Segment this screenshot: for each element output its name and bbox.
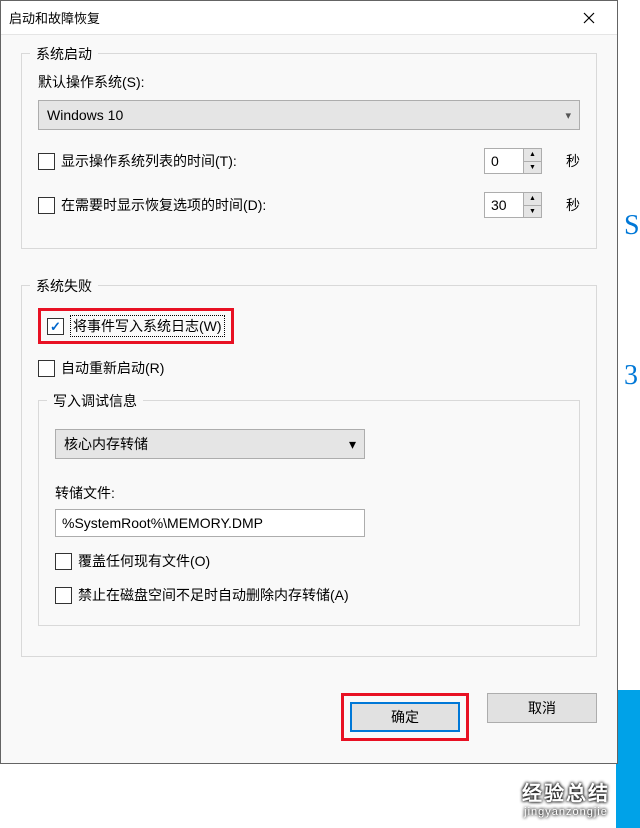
overwrite-label: 覆盖任何现有文件(O) [78, 551, 210, 571]
write-event-log-highlight: 将事件写入系统日志(W) [38, 308, 234, 344]
cancel-button[interactable]: 取消 [487, 693, 597, 723]
close-button[interactable] [569, 4, 609, 32]
debug-type-value: 核心内存转储 [64, 434, 148, 454]
system-failure-group: 系统失败 将事件写入系统日志(W) 自动重新启动(R) 写入调试信息 核心内存转… [21, 285, 597, 657]
overwrite-checkbox[interactable] [55, 553, 72, 570]
default-os-dropdown[interactable]: Windows 10 ▾ [38, 100, 580, 130]
group-legend: 写入调试信息 [47, 391, 143, 411]
spinner-up-icon[interactable]: ▲ [524, 193, 541, 206]
default-os-label: 默认操作系统(S): [38, 72, 580, 92]
show-os-list-value[interactable] [484, 148, 524, 174]
show-recovery-checkbox[interactable] [38, 197, 55, 214]
default-os-value: Windows 10 [47, 107, 123, 123]
debug-info-group: 写入调试信息 核心内存转储 ▾ 转储文件: 覆盖任何现有文件(O) 禁止在磁盘空… [38, 400, 580, 626]
show-recovery-spinner[interactable]: ▲ ▼ [484, 192, 544, 218]
bg-letter: 3 [624, 360, 638, 392]
spinner-down-icon[interactable]: ▼ [524, 162, 541, 174]
write-event-log-checkbox[interactable] [47, 318, 64, 335]
spinner-up-icon[interactable]: ▲ [524, 149, 541, 162]
auto-restart-label: 自动重新启动(R) [61, 358, 164, 378]
dump-file-label: 转储文件: [55, 483, 563, 503]
disable-auto-delete-label: 禁止在磁盘空间不足时自动删除内存转储(A) [78, 585, 349, 605]
close-icon [583, 12, 595, 24]
ok-button[interactable]: 确定 [350, 702, 460, 732]
show-recovery-value[interactable] [484, 192, 524, 218]
dialog-buttons: 确定 取消 [21, 693, 597, 741]
watermark-subtitle: jingyanzongjie [522, 806, 610, 818]
chevron-down-icon: ▾ [349, 436, 356, 453]
watermark-title: 经验总结 [522, 777, 610, 806]
bg-letter: S [624, 210, 640, 242]
show-os-list-label: 显示操作系统列表的时间(T): [61, 151, 237, 171]
ok-button-highlight: 确定 [341, 693, 469, 741]
show-os-list-checkbox[interactable] [38, 153, 55, 170]
show-os-list-spinner[interactable]: ▲ ▼ [484, 148, 544, 174]
group-legend: 系统启动 [30, 44, 98, 64]
dialog-content: 系统启动 默认操作系统(S): Windows 10 ▾ 显示操作系统列表的时间… [1, 35, 617, 763]
spinner-down-icon[interactable]: ▼ [524, 206, 541, 218]
auto-restart-checkbox[interactable] [38, 360, 55, 377]
chevron-down-icon: ▾ [565, 109, 571, 122]
background-strip: S 3 [616, 40, 640, 828]
titlebar: 启动和故障恢复 [1, 1, 617, 35]
watermark: 经验总结 jingyanzongjie [522, 777, 610, 818]
dialog-title: 启动和故障恢复 [9, 8, 569, 27]
disable-auto-delete-checkbox[interactable] [55, 587, 72, 604]
system-startup-group: 系统启动 默认操作系统(S): Windows 10 ▾ 显示操作系统列表的时间… [21, 53, 597, 249]
startup-recovery-dialog: 启动和故障恢复 系统启动 默认操作系统(S): Windows 10 ▾ 显示操… [0, 0, 618, 764]
write-event-log-label: 将事件写入系统日志(W) [70, 315, 225, 337]
seconds-unit: 秒 [566, 151, 580, 171]
seconds-unit: 秒 [566, 195, 580, 215]
show-recovery-label: 在需要时显示恢复选项的时间(D): [61, 195, 266, 215]
group-legend: 系统失败 [30, 276, 98, 296]
debug-type-dropdown[interactable]: 核心内存转储 ▾ [55, 429, 365, 459]
dump-file-input[interactable] [55, 509, 365, 537]
